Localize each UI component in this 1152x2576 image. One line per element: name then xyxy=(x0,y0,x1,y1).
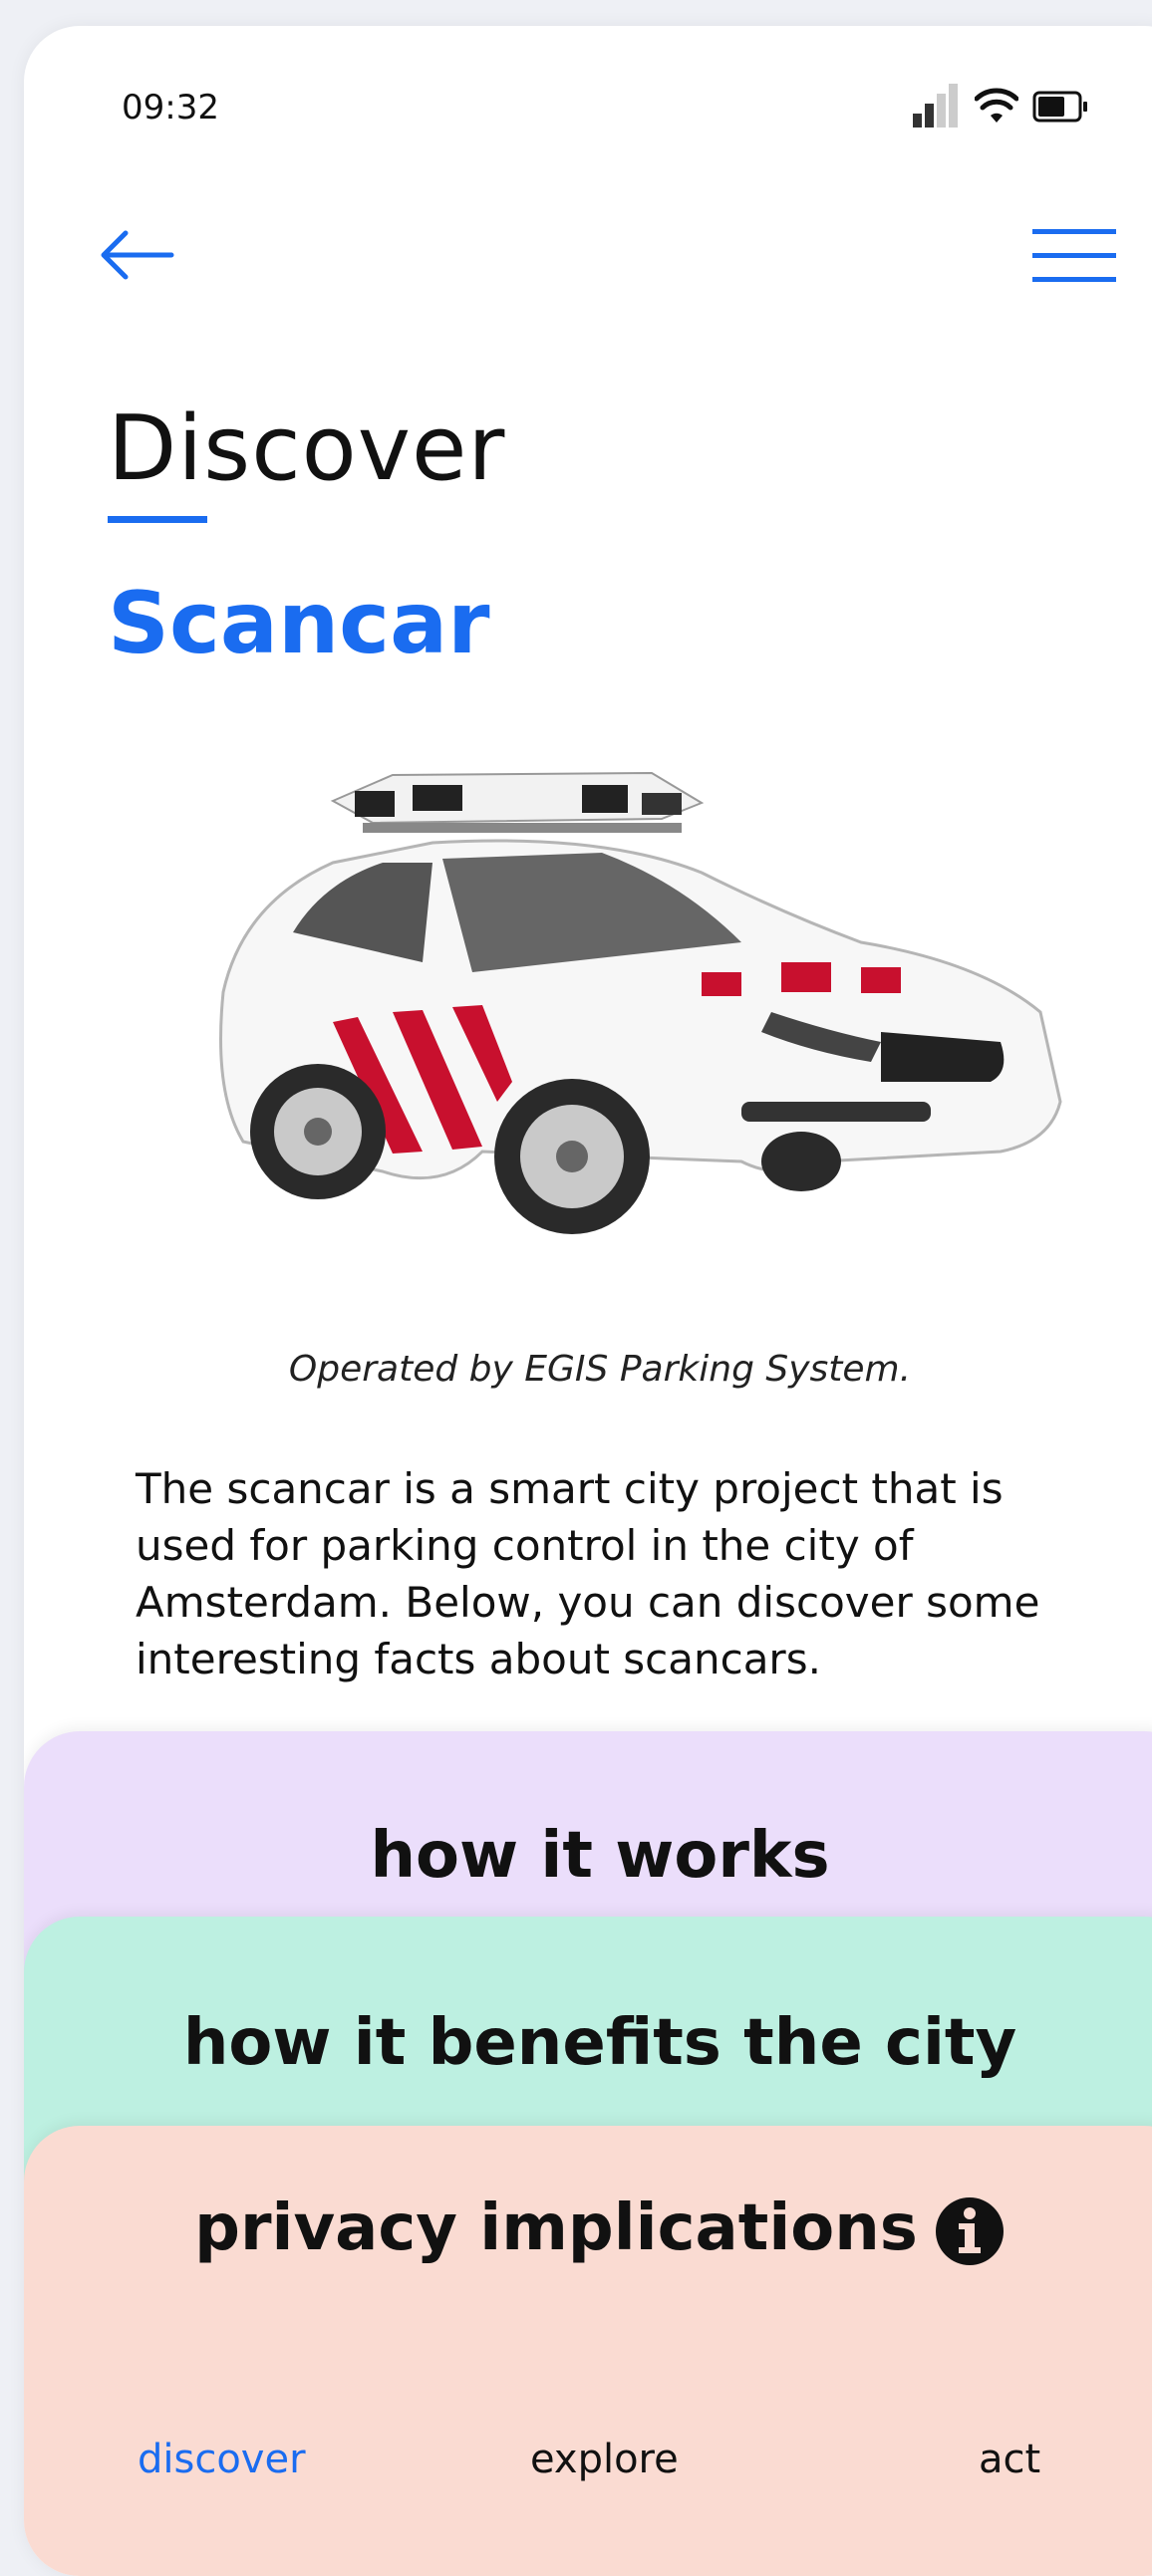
scancar-image xyxy=(219,771,1062,1234)
wifi-icon xyxy=(975,88,1018,123)
description-text: The scancar is a smart city project that… xyxy=(136,1464,1040,1683)
status-icons xyxy=(911,84,1090,129)
card-label: privacy implications xyxy=(194,2191,918,2265)
status-time: 09:32 xyxy=(122,88,219,128)
bottom-nav: discover explore act xyxy=(24,2437,1152,2516)
nav-explore[interactable]: explore xyxy=(530,2437,679,2482)
page-title: Discover xyxy=(108,396,506,501)
image-caption: Operated by EGIS Parking System. xyxy=(288,1349,912,1390)
phone-screen: 09:32 Discover Scancar Operated by EGIS … xyxy=(24,26,1152,2576)
card-label: how it benefits the city xyxy=(182,2006,1017,2080)
back-button[interactable] xyxy=(96,225,175,285)
info-icon[interactable] xyxy=(934,2195,1006,2267)
nav-act[interactable]: act xyxy=(979,2437,1040,2482)
title-underline xyxy=(108,516,207,523)
menu-button[interactable] xyxy=(1030,225,1126,289)
page-subtitle: Scancar xyxy=(108,574,490,673)
signal-icon xyxy=(913,84,958,128)
battery-icon xyxy=(1032,91,1087,123)
arrow-left-icon xyxy=(101,230,174,280)
hamburger-menu-icon xyxy=(1032,229,1116,282)
card-label-row: privacy implications xyxy=(24,2191,1152,2267)
card-label: how it works xyxy=(370,1819,830,1893)
nav-discover[interactable]: discover xyxy=(138,2437,306,2482)
